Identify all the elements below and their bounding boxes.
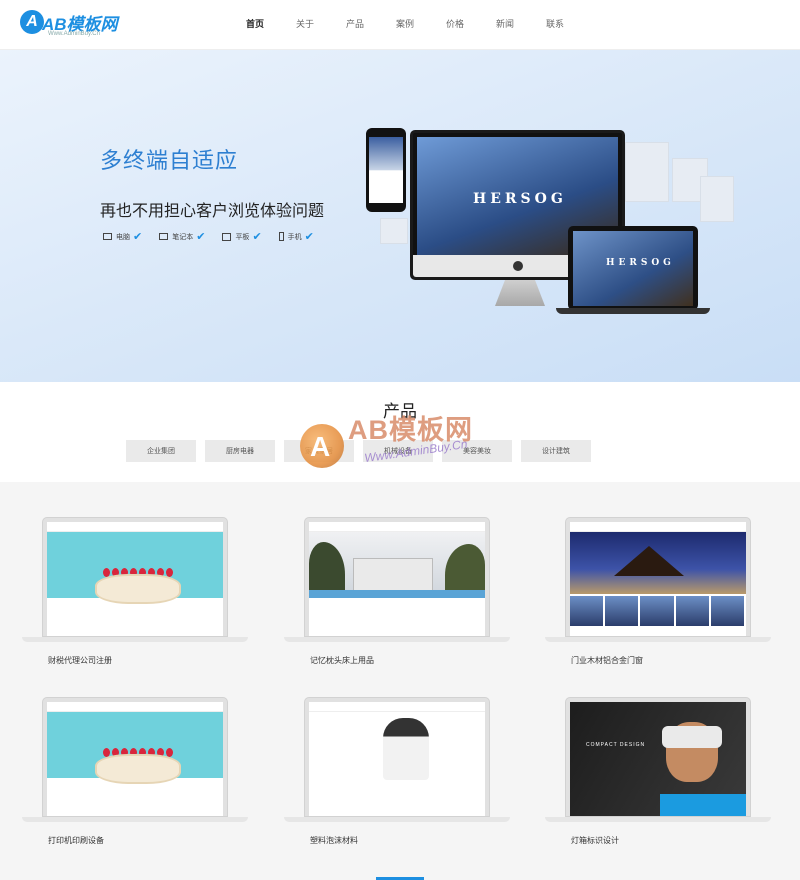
banner-subtitle: 再也不用担心客户浏览体验问题 bbox=[100, 201, 325, 220]
check-icon: ✔ bbox=[133, 230, 143, 243]
phone-icon bbox=[278, 232, 284, 241]
site-logo[interactable]: A AB模板网 Www.AdminBuy.Cn bbox=[20, 10, 150, 40]
device-label: 笔记本 bbox=[172, 232, 194, 241]
product-label[interactable]: 塑料泡沫材料 bbox=[310, 835, 358, 846]
device-label: 平板 bbox=[235, 232, 250, 241]
photo-tile bbox=[380, 218, 408, 244]
product-label[interactable]: 打印机印刷设备 bbox=[48, 835, 104, 846]
logo-mark: A bbox=[20, 10, 44, 34]
device-item-phone: 手机 ✔ bbox=[278, 230, 314, 243]
check-icon: ✔ bbox=[252, 230, 262, 243]
apple-icon bbox=[513, 261, 523, 271]
nav-item-cases[interactable]: 案例 bbox=[380, 0, 430, 50]
hero-banner: 多终端自适应 再也不用担心客户浏览体验问题 电脑 ✔ 笔记本 ✔ 平板 ✔ 手机… bbox=[0, 50, 800, 382]
category-tab[interactable]: 美容美妆 bbox=[442, 440, 512, 462]
vr-caption: COMPACT DESIGN bbox=[586, 742, 646, 748]
device-label: 电脑 bbox=[116, 232, 130, 241]
category-tab[interactable]: 家具家居 bbox=[284, 440, 354, 462]
product-label[interactable]: 记忆枕头床上用品 bbox=[310, 655, 374, 666]
check-icon: ✔ bbox=[304, 230, 314, 243]
category-tab[interactable]: 企业集团 bbox=[126, 440, 196, 462]
device-list: 电脑 ✔ 笔记本 ✔ 平板 ✔ 手机 ✔ bbox=[103, 230, 331, 243]
category-tabs: 企业集团 厨房电器 家具家居 机械设备 美容美妆 设计建筑 bbox=[126, 440, 600, 462]
nav-item-contact[interactable]: 联系 bbox=[530, 0, 580, 50]
device-item-desktop: 电脑 ✔ bbox=[103, 230, 142, 243]
mock-phone bbox=[366, 128, 406, 212]
category-tab[interactable]: 设计建筑 bbox=[521, 440, 591, 462]
photo-tile bbox=[700, 176, 734, 222]
tablet-icon bbox=[222, 232, 232, 241]
product-label[interactable]: 门业木材铝合金门窗 bbox=[571, 655, 643, 666]
category-tab[interactable]: 机械设备 bbox=[363, 440, 433, 462]
mock-laptop-base bbox=[556, 308, 710, 314]
mock-laptop: HERSOG bbox=[568, 226, 698, 310]
nav-item-pricing[interactable]: 价格 bbox=[430, 0, 480, 50]
device-item-laptop: 笔记本 ✔ bbox=[159, 230, 205, 243]
section-title: 产品 bbox=[383, 402, 417, 422]
monitor-icon bbox=[103, 233, 112, 240]
mock-brand: HERSOG bbox=[473, 191, 567, 207]
product-label[interactable]: 灯箱标识设计 bbox=[571, 835, 619, 846]
nav-item-about[interactable]: 关于 bbox=[280, 0, 330, 50]
mock-brand: HERSOG bbox=[606, 258, 675, 268]
nav-item-products[interactable]: 产品 bbox=[330, 0, 380, 50]
mock-imac-stand bbox=[495, 280, 545, 306]
photo-tile bbox=[625, 142, 669, 202]
device-label: 手机 bbox=[287, 232, 302, 241]
nav-item-news[interactable]: 新闻 bbox=[480, 0, 530, 50]
nav-item-home[interactable]: 首页 bbox=[230, 0, 280, 50]
check-icon: ✔ bbox=[196, 230, 206, 243]
product-label[interactable]: 财税代理公司注册 bbox=[48, 655, 112, 666]
device-item-tablet: 平板 ✔ bbox=[222, 230, 262, 243]
category-tab[interactable]: 厨房电器 bbox=[205, 440, 275, 462]
site-header: A AB模板网 Www.AdminBuy.Cn 首页 关于 产品 案例 价格 新… bbox=[0, 0, 800, 50]
banner-title: 多终端自适应 bbox=[100, 149, 239, 174]
logo-subtitle: Www.AdminBuy.Cn bbox=[48, 31, 100, 37]
main-nav: 首页 关于 产品 案例 价格 新闻 联系 bbox=[230, 0, 580, 50]
laptop-icon bbox=[159, 233, 169, 240]
